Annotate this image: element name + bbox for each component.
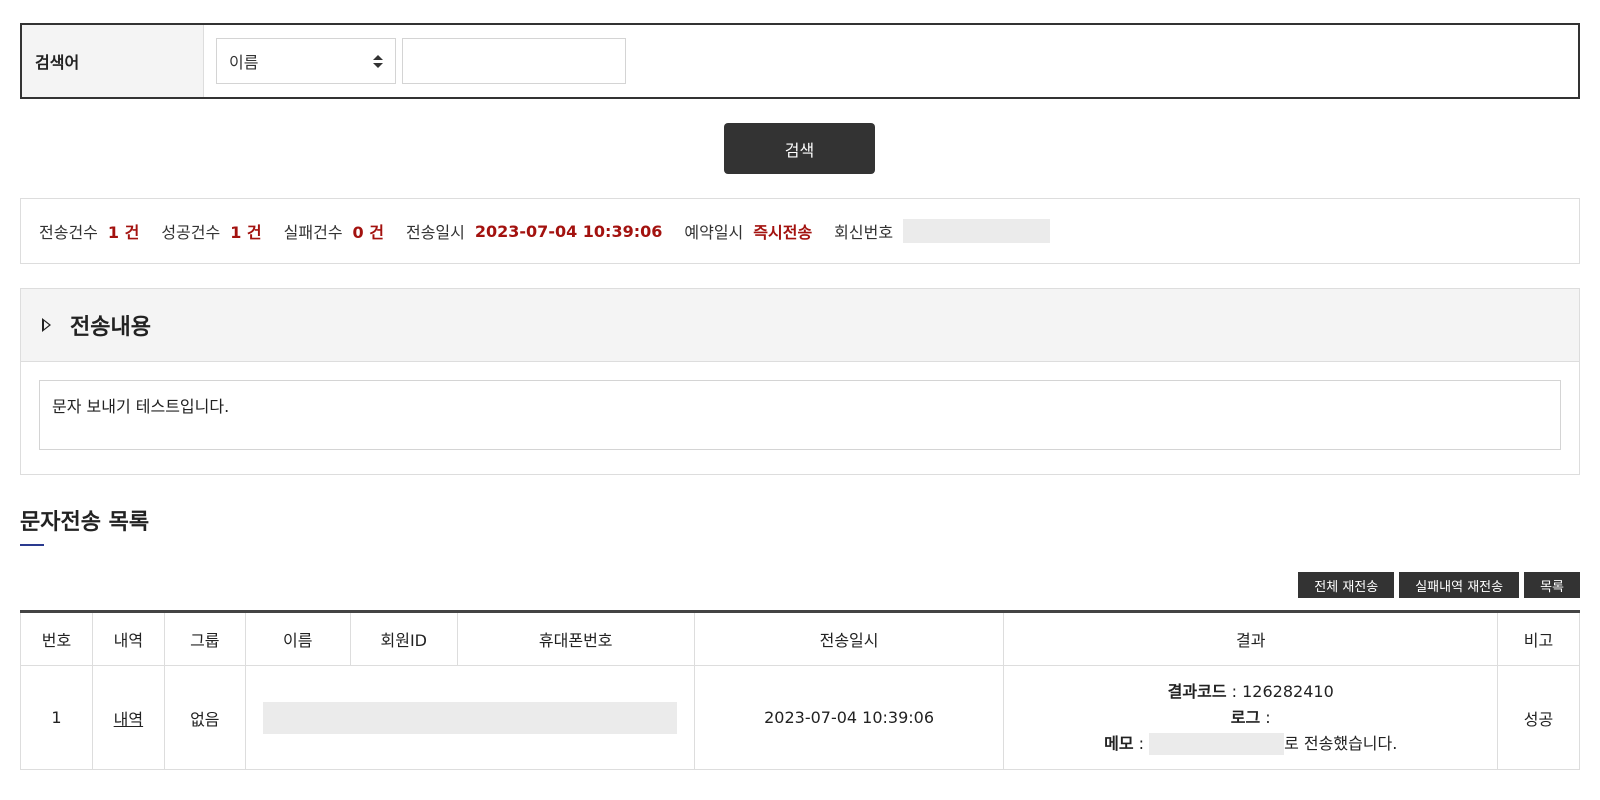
list-action-buttons: 전체 재전송 실패내역 재전송 목록 <box>1298 572 1580 598</box>
search-field-select-value: 이름 <box>229 53 259 72</box>
log-label: 로그 <box>1230 707 1261 727</box>
memo-sep: : <box>1133 733 1150 753</box>
col-group: 그룹 <box>163 611 246 666</box>
col-sent-at: 전송일시 <box>693 611 1005 666</box>
success-count-value: 1 건 <box>230 223 262 242</box>
memo-redacted <box>1149 733 1285 755</box>
list-title: 문자전송 목록 <box>20 510 150 535</box>
content-title: 전송내용 <box>70 315 151 340</box>
search-input[interactable] <box>402 38 626 84</box>
col-note: 비고 <box>1497 611 1580 666</box>
list-title-underline <box>20 544 44 546</box>
table-row: 1 내역 없음 2023-07-04 10:39:06 결과코드 : 12628… <box>20 665 1580 770</box>
cell-result: 결과코드 : 126282410 로그 : 메모 : 로 전송했습니다. <box>1003 665 1498 770</box>
reply-number-redacted <box>903 219 1051 243</box>
col-no: 번호 <box>20 611 93 666</box>
col-detail: 내역 <box>91 611 165 666</box>
reserve-label: 예약일시 <box>684 223 744 242</box>
col-name: 이름 <box>244 611 351 666</box>
message-body: 문자 보내기 테스트입니다. <box>39 380 1561 450</box>
resend-all-button[interactable]: 전체 재전송 <box>1298 572 1395 598</box>
result-code-value: : 126282410 <box>1226 681 1334 701</box>
cell-group: 없음 <box>163 665 246 770</box>
sent-count-value: 1 건 <box>107 223 140 242</box>
cell-sent-at: 2023-07-04 10:39:06 <box>693 665 1005 770</box>
cell-detail: 내역 <box>91 665 165 770</box>
search-fields: 이름 <box>204 25 626 97</box>
col-member-id: 회원ID <box>349 611 458 666</box>
sent-count-label: 전송건수 <box>39 223 98 242</box>
result-code-line: 결과코드 : 126282410 <box>1004 679 1497 705</box>
content-panel-header[interactable]: 전송내용 <box>21 289 1579 362</box>
log-value: : <box>1260 707 1271 727</box>
cell-name-id-phone <box>244 665 695 770</box>
col-result: 결과 <box>1003 611 1498 666</box>
reply-number-label: 회신번호 <box>834 223 894 242</box>
memo-line: 메모 : 로 전송했습니다. <box>1004 731 1497 757</box>
search-button[interactable]: 검색 <box>724 123 875 174</box>
send-list-table: 번호 내역 그룹 이름 회원ID 휴대폰번호 전송일시 결과 비고 1 내역 없… <box>20 610 1580 770</box>
cell-note: 성공 <box>1497 665 1580 770</box>
cell-no: 1 <box>20 665 93 770</box>
send-stats: 전송건수 1 건 성공건수 1 건 실패건수 0 건 전송일시 2023-07-… <box>20 198 1580 264</box>
search-field-select[interactable]: 이름 <box>216 38 396 84</box>
fail-count-value: 0 건 <box>352 223 384 242</box>
resend-failed-button[interactable]: 실패내역 재전송 <box>1399 572 1520 598</box>
select-arrows-icon <box>373 54 383 68</box>
log-line: 로그 : <box>1004 705 1497 731</box>
reserve-value: 즉시전송 <box>753 223 813 242</box>
recipient-redacted <box>262 701 677 734</box>
memo-suffix: 로 전송했습니다. <box>1284 733 1398 753</box>
list-button[interactable]: 목록 <box>1524 572 1580 598</box>
search-label: 검색어 <box>22 25 204 97</box>
col-phone: 휴대폰번호 <box>456 611 695 666</box>
success-count-label: 성공건수 <box>161 223 221 242</box>
search-box: 검색어 이름 <box>20 23 1580 99</box>
sent-at-label: 전송일시 <box>405 223 465 242</box>
memo-label: 메모 <box>1104 733 1134 753</box>
content-panel: 전송내용 문자 보내기 테스트입니다. <box>20 288 1580 475</box>
fail-count-label: 실패건수 <box>283 223 343 242</box>
caret-right-icon <box>42 318 51 332</box>
detail-link[interactable]: 내역 <box>114 710 143 729</box>
result-code-label: 결과코드 <box>1167 681 1227 701</box>
sent-at-value: 2023-07-04 10:39:06 <box>474 221 663 241</box>
table-header-row: 번호 내역 그룹 이름 회원ID 휴대폰번호 전송일시 결과 비고 <box>20 611 1580 666</box>
